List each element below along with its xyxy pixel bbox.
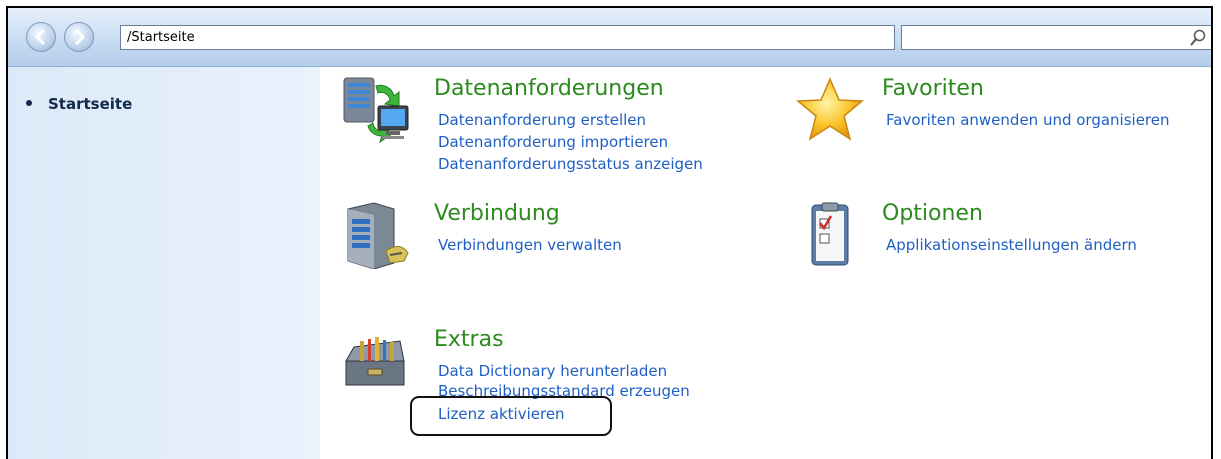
group-title: Extras — [434, 327, 504, 352]
back-button[interactable] — [26, 22, 56, 52]
address-bar[interactable]: /Startseite — [120, 25, 895, 50]
group-title: Favoriten — [882, 76, 984, 101]
clipboard-checklist-icon — [811, 202, 849, 266]
star-icon — [796, 77, 864, 141]
forward-arrow-icon — [75, 29, 85, 45]
link-datenanforderungsstatus-anzeigen[interactable]: Datenanforderungsstatus anzeigen — [438, 155, 703, 173]
server-connection-icon — [347, 202, 409, 269]
sidebar: Startseite — [8, 67, 320, 459]
link-verbindungen-verwalten[interactable]: Verbindungen verwalten — [438, 236, 622, 254]
link-data-dictionary-herunterladen[interactable]: Data Dictionary herunterladen — [438, 362, 667, 380]
bullet-icon — [26, 99, 32, 106]
toolbox-icon — [345, 337, 405, 386]
group-title: Verbindung — [434, 201, 560, 226]
link-favoriten-anwenden[interactable]: Favoriten anwenden und organisieren — [886, 111, 1170, 129]
sidebar-item-startseite[interactable]: Startseite — [26, 95, 132, 113]
link-datenanforderung-importieren[interactable]: Datenanforderung importieren — [438, 133, 668, 151]
highlight-annotation-box — [410, 396, 612, 436]
app-window: /Startseite Startseite Datenanforderunge… — [6, 6, 1213, 459]
navigation-toolbar: /Startseite — [8, 8, 1211, 67]
search-box[interactable] — [901, 25, 1211, 50]
group-title: Datenanforderungen — [434, 76, 664, 101]
sidebar-item-label: Startseite — [48, 95, 133, 113]
link-applikationseinstellungen-aendern[interactable]: Applikationseinstellungen ändern — [886, 236, 1137, 254]
back-arrow-icon — [35, 29, 45, 45]
search-icon[interactable] — [1190, 29, 1206, 46]
search-input[interactable] — [904, 28, 1178, 49]
forward-button[interactable] — [64, 22, 94, 52]
group-title: Optionen — [882, 201, 983, 226]
data-sync-computer-icon — [343, 77, 409, 144]
link-datenanforderung-erstellen[interactable]: Datenanforderung erstellen — [438, 111, 646, 129]
